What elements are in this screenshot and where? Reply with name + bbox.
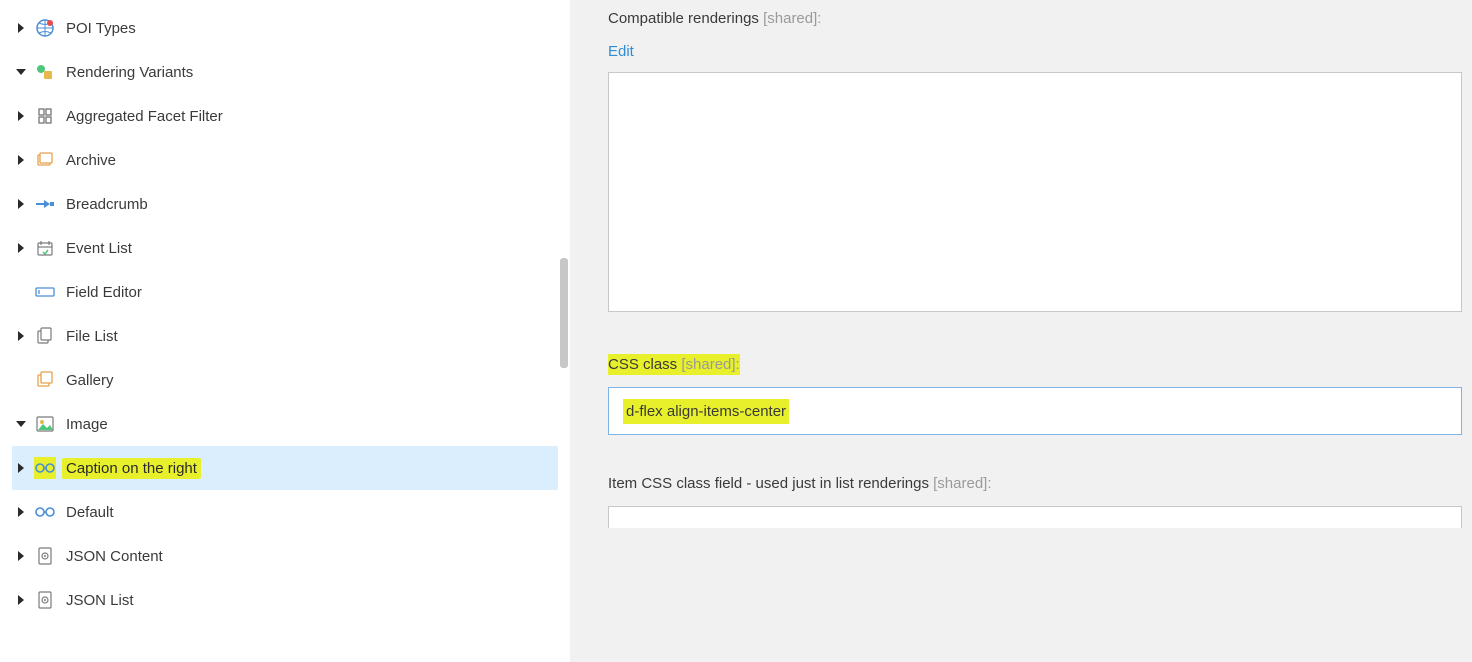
gear-file-icon <box>34 589 56 611</box>
chevron-right-icon[interactable] <box>14 595 28 605</box>
tree-item-breadcrumb[interactable]: Breadcrumb <box>12 182 558 226</box>
field-label: Item CSS class field - used just in list… <box>608 473 992 494</box>
tree-item-file-list[interactable]: File List <box>12 314 558 358</box>
tree-item-json-list[interactable]: JSON List <box>12 578 558 622</box>
tree-item-json-content[interactable]: JSON Content <box>12 534 558 578</box>
tree-item-image[interactable]: Image <box>12 402 558 446</box>
field-label-text: CSS class <box>608 356 677 373</box>
tree-item-aggregated-facet-filter[interactable]: Aggregated Facet Filter <box>12 94 558 138</box>
tree-label: Gallery <box>62 370 118 391</box>
archive-icon <box>34 149 56 171</box>
variant-icon <box>34 457 56 479</box>
tree-label: Event List <box>62 238 136 259</box>
shapes-icon <box>34 61 56 83</box>
tree-label: JSON Content <box>62 546 167 567</box>
shared-suffix: [shared]: <box>929 475 992 492</box>
variant-icon <box>34 501 56 523</box>
field-label: Compatible renderings [shared]: <box>608 8 821 29</box>
filter-icon <box>34 105 56 127</box>
tree-label: Image <box>62 414 112 435</box>
tree-label: JSON List <box>62 590 138 611</box>
tree-item-field-editor[interactable]: Field Editor <box>12 270 558 314</box>
chevron-right-icon[interactable] <box>14 199 28 209</box>
shared-suffix: [shared]: <box>759 10 822 27</box>
gear-file-icon <box>34 545 56 567</box>
tree-label: Default <box>62 502 118 523</box>
panel-splitter[interactable] <box>558 0 570 662</box>
field-css-class: CSS class [shared]: d-flex align-items-c… <box>608 354 1472 435</box>
field-label-text: Compatible renderings <box>608 10 759 27</box>
chevron-right-icon[interactable] <box>14 243 28 253</box>
tree-item-caption-on-the-right[interactable]: Caption on the right <box>12 446 558 490</box>
tree-item-archive[interactable]: Archive <box>12 138 558 182</box>
tree-item-gallery[interactable]: Gallery <box>12 358 558 402</box>
chevron-right-icon[interactable] <box>14 551 28 561</box>
chevron-down-icon[interactable] <box>14 67 28 77</box>
chevron-right-icon[interactable] <box>14 507 28 517</box>
tree-item-poi-types[interactable]: POI Types <box>12 6 558 50</box>
tree-label: POI Types <box>62 18 140 39</box>
tree-label: Aggregated Facet Filter <box>62 106 227 127</box>
edit-link[interactable]: Edit <box>608 43 634 60</box>
chevron-right-icon[interactable] <box>14 331 28 341</box>
css-class-value: d-flex align-items-center <box>623 399 789 424</box>
scrollbar-thumb[interactable] <box>560 258 568 368</box>
tree-item-rendering-variants[interactable]: Rendering Variants <box>12 50 558 94</box>
compatible-renderings-input[interactable] <box>608 72 1462 312</box>
item-css-class-input[interactable] <box>608 506 1462 528</box>
tree-label: Caption on the right <box>62 458 201 479</box>
chevron-right-icon[interactable] <box>14 463 28 473</box>
field-compatible-renderings: Compatible renderings [shared]: Edit <box>608 8 1472 316</box>
tree-label: Breadcrumb <box>62 194 152 215</box>
chevron-right-icon[interactable] <box>14 23 28 33</box>
tree-label: Field Editor <box>62 282 146 303</box>
tree-label: Rendering Variants <box>62 62 197 83</box>
tree-label: File List <box>62 326 122 347</box>
gallery-icon <box>34 369 56 391</box>
content-tree-panel: POI Types <box>0 0 558 662</box>
field-label: CSS class [shared]: <box>608 354 740 375</box>
chevron-right-icon[interactable] <box>14 155 28 165</box>
tree-item-default[interactable]: Default <box>12 490 558 534</box>
shared-suffix: [shared]: <box>677 356 740 373</box>
chevron-down-icon[interactable] <box>14 419 28 429</box>
content-panel: Compatible renderings [shared]: Edit CSS… <box>570 0 1472 662</box>
tree-item-event-list[interactable]: Event List <box>12 226 558 270</box>
calendar-icon <box>34 237 56 259</box>
image-icon <box>34 413 56 435</box>
css-class-input[interactable]: d-flex align-items-center <box>608 387 1462 435</box>
chevron-right-icon[interactable] <box>14 111 28 121</box>
field-label-text: Item CSS class field - used just in list… <box>608 475 929 492</box>
field-icon <box>34 281 56 303</box>
globe-icon <box>34 17 56 39</box>
breadcrumb-icon <box>34 193 56 215</box>
tree-label: Archive <box>62 150 120 171</box>
field-item-css-class: Item CSS class field - used just in list… <box>608 473 1472 528</box>
files-icon <box>34 325 56 347</box>
